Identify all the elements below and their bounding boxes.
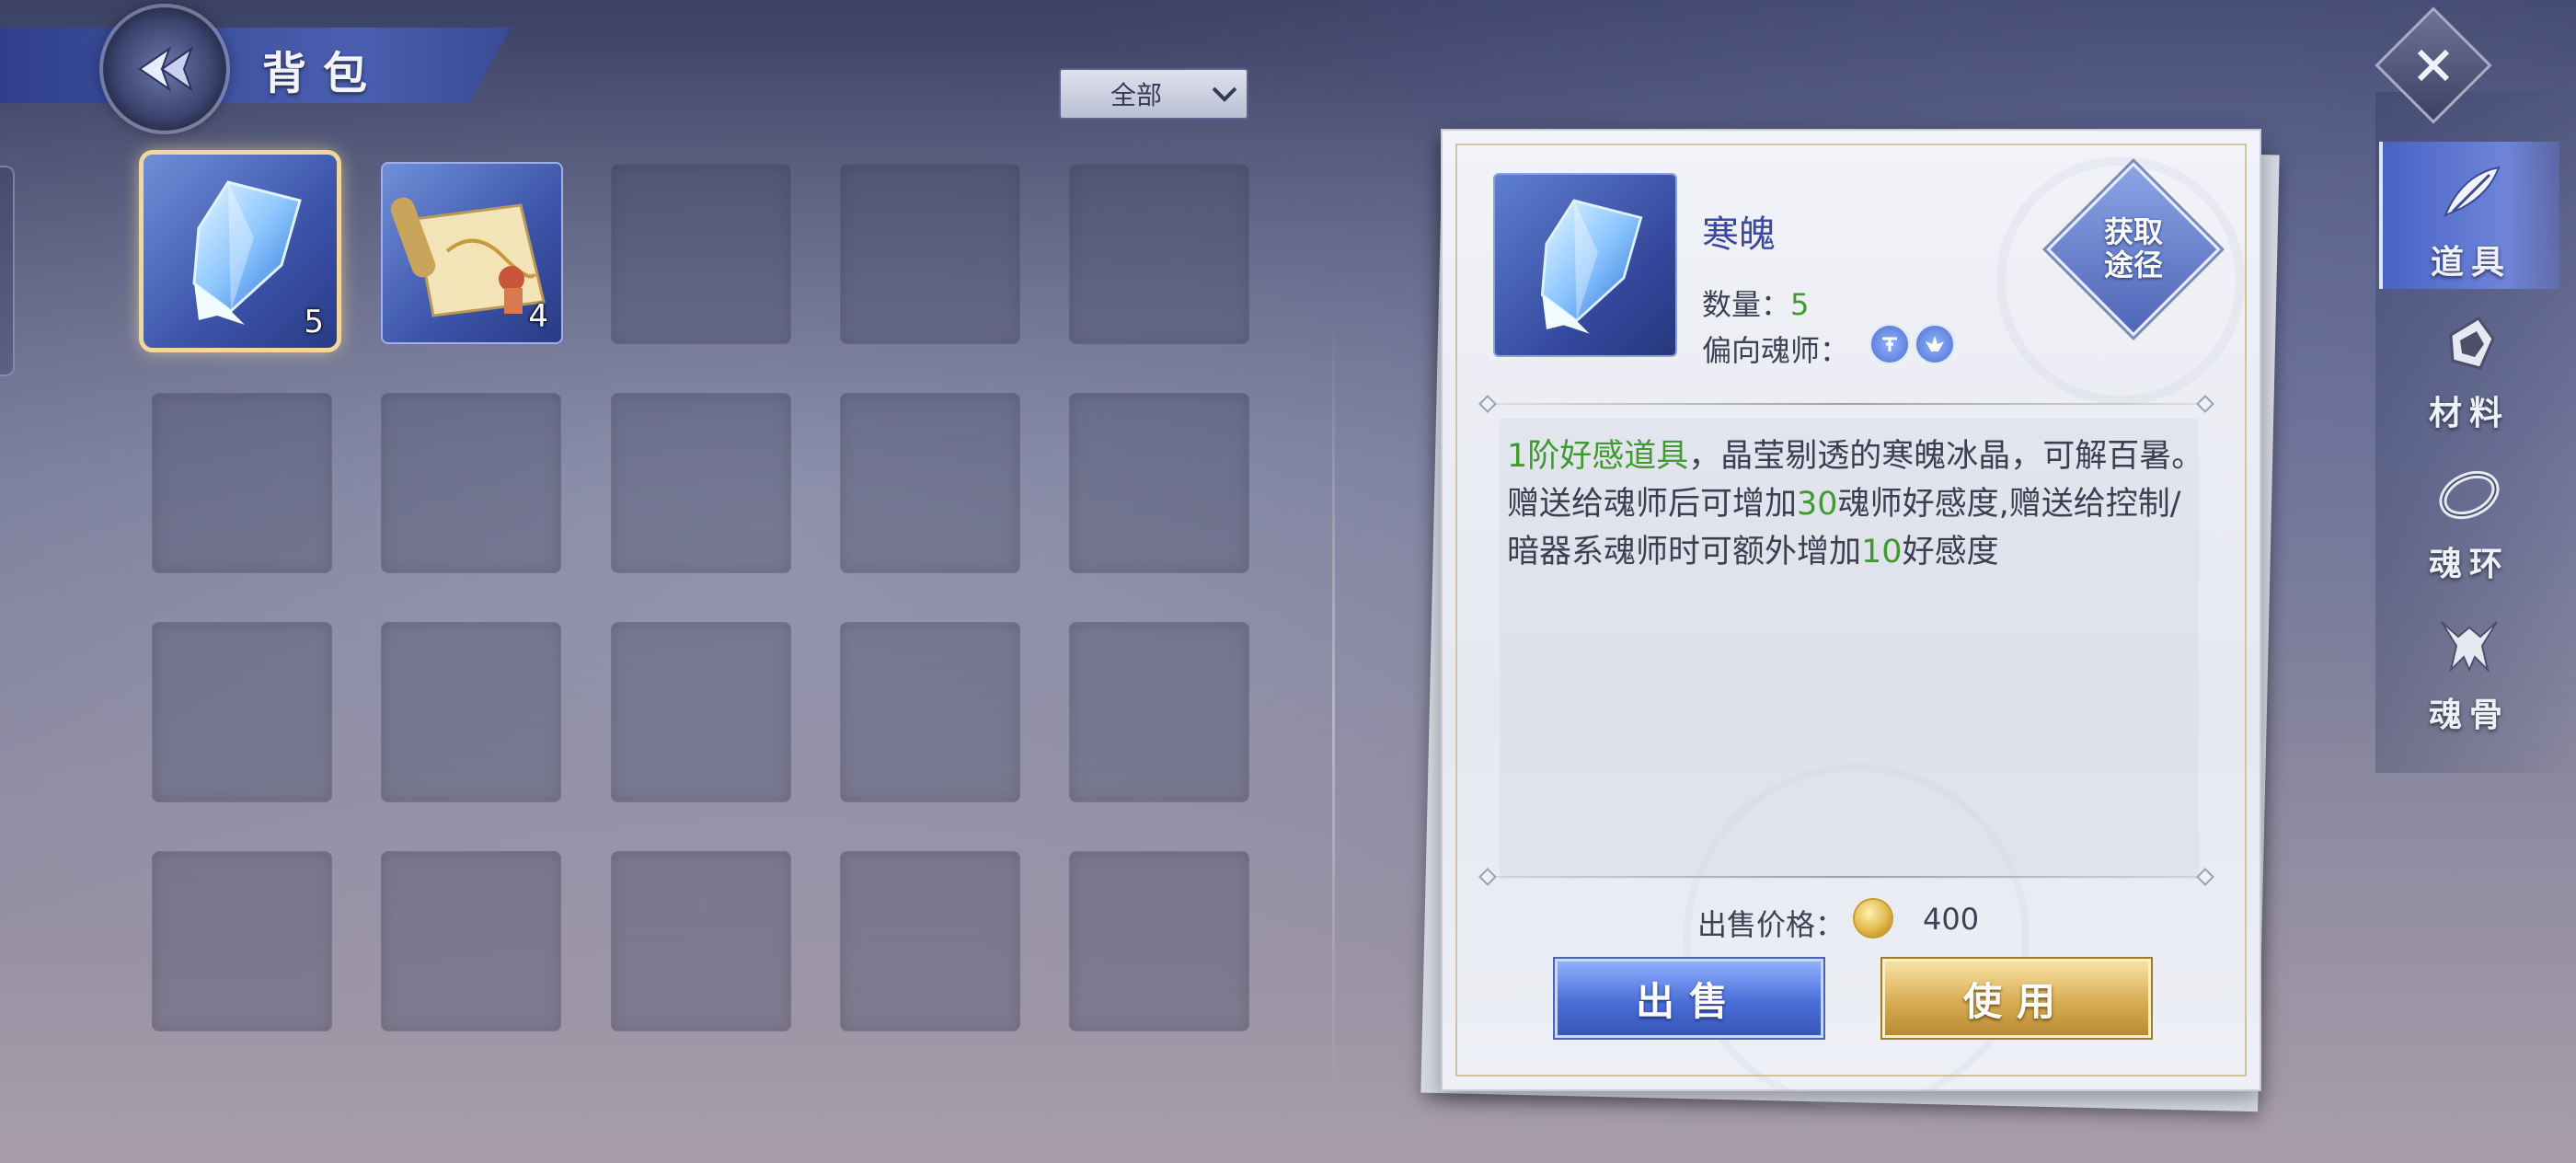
empty-slot[interactable] (152, 622, 332, 802)
detail-item-icon (1495, 175, 1675, 355)
empty-slot[interactable] (1069, 393, 1249, 573)
empty-slot[interactable] (840, 393, 1020, 573)
empty-slot[interactable] (611, 393, 791, 573)
quantity-row: 数量：5 (1702, 282, 1809, 324)
description-highlight: 10 (1861, 534, 1903, 570)
empty-slot[interactable] (1069, 851, 1249, 1031)
tab-label: 材料 (2428, 394, 2510, 432)
empty-slot[interactable] (840, 851, 1020, 1031)
empty-slot[interactable] (1069, 622, 1249, 802)
empty-slot[interactable] (840, 164, 1020, 344)
inventory-slot[interactable]: 5 (144, 155, 337, 348)
close-icon (2392, 24, 2475, 107)
empty-slot[interactable] (381, 851, 561, 1031)
description-text: 好感度 (1902, 534, 1999, 570)
item-description: 1阶好感道具，晶莹剔透的寒魄冰晶，可解百暑。赠送给魂师后可增加30魂师好感度,赠… (1507, 432, 2206, 576)
quantity-label: 数量： (1702, 287, 1791, 322)
empty-slot[interactable] (381, 622, 561, 802)
item-count: 4 (528, 298, 548, 335)
empty-slot[interactable] (611, 622, 791, 802)
chevron-down-icon (1202, 85, 1247, 103)
description-highlight: 30 (1797, 486, 1838, 523)
header-bar (0, 28, 511, 103)
sell-button[interactable]: 出售 (1555, 959, 1823, 1038)
soul-ring-icon (2439, 470, 2500, 520)
divider (1332, 313, 1335, 1104)
tab-soul-rings[interactable]: 魂环 (2379, 443, 2559, 591)
tab-soul-bones[interactable]: 魂骨 (2379, 594, 2559, 742)
control-type-icon[interactable] (1869, 324, 1910, 364)
use-button[interactable]: 使用 (1882, 959, 2151, 1038)
sell-button-label: 出售 (1635, 978, 1742, 1024)
tab-label: 魂环 (2428, 545, 2510, 583)
sell-price-value: 400 (1923, 902, 1980, 937)
separator (1489, 876, 2206, 878)
empty-slot[interactable] (152, 851, 332, 1031)
ice-crystal-icon (1540, 199, 1643, 334)
inventory-slot[interactable]: 4 (383, 164, 561, 342)
tab-items[interactable]: 道具 (2379, 142, 2559, 289)
separator (1489, 403, 2206, 405)
item-count: 5 (304, 304, 324, 340)
item-name: 寒魄 (1702, 213, 1776, 256)
page-title: 背包 (262, 48, 385, 99)
tab-label: 魂骨 (2428, 696, 2510, 734)
coin-icon (1855, 900, 1892, 937)
filter-selected-label: 全部 (1110, 80, 1162, 110)
use-button-label: 使用 (1962, 978, 2070, 1024)
sell-price-label: 出售价格： (1697, 907, 1846, 942)
back-arrow-icon (138, 46, 194, 92)
quantity-value: 5 (1790, 287, 1810, 322)
empty-slot[interactable] (611, 164, 791, 344)
empty-slot[interactable] (840, 622, 1020, 802)
empty-slot[interactable] (611, 851, 791, 1031)
soul-bone-icon (2441, 621, 2498, 674)
tab-label: 道具 (2430, 243, 2512, 282)
empty-slot[interactable] (1069, 164, 1249, 344)
empty-slot[interactable] (152, 393, 332, 573)
tab-materials[interactable]: 材料 (2379, 293, 2559, 440)
empty-slot[interactable] (381, 393, 561, 573)
hidden-weapon-type-icon[interactable] (1915, 324, 1955, 364)
left-edge-tab[interactable] (0, 166, 15, 376)
material-crystal-icon (2449, 317, 2495, 370)
back-button[interactable] (103, 7, 226, 131)
preferred-master-label: 偏向魂师： (1702, 333, 1850, 368)
description-highlight: 1阶好感道具 (1507, 438, 1689, 475)
obtain-source-label: 获取 途径 (2103, 214, 2163, 282)
filter-dropdown[interactable]: 全部 (1059, 68, 1248, 120)
feather-icon (2444, 166, 2501, 217)
